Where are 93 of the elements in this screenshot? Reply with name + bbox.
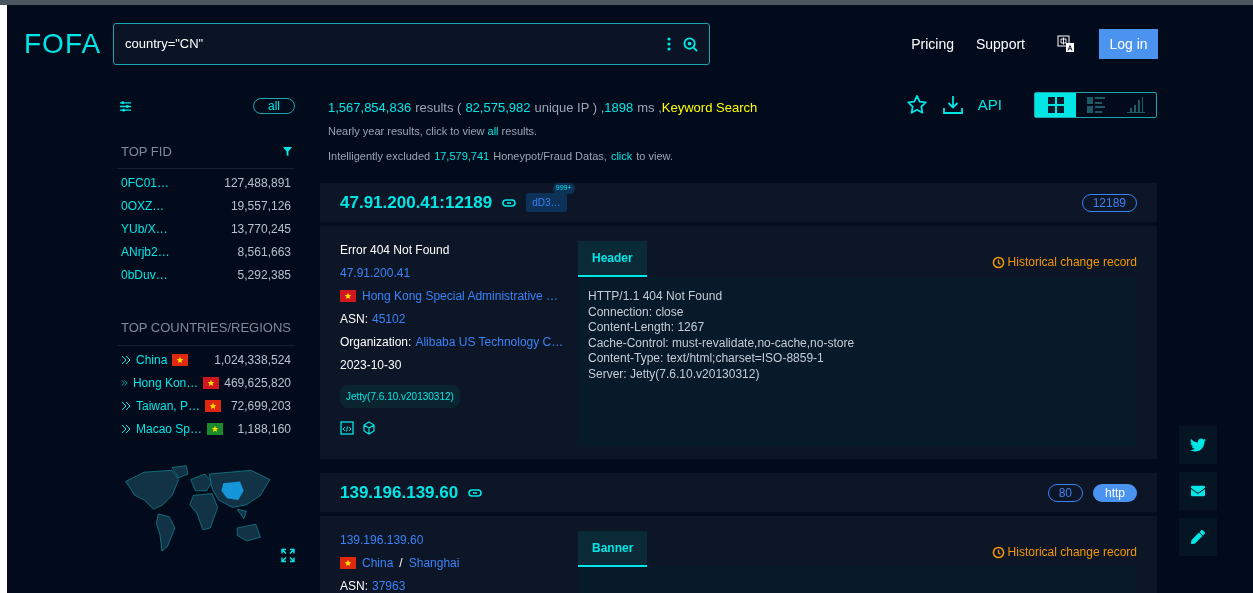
double-chevron-icon xyxy=(121,424,131,434)
count-text: 127,488,891 xyxy=(224,175,291,192)
edit-button[interactable] xyxy=(1179,518,1217,556)
response-line: HTTP/1.1 404 Not Found xyxy=(588,289,724,305)
results-count: 1,567,854,836 xyxy=(328,99,412,117)
location-link[interactable]: Hong Kong Special Administrative … xyxy=(362,287,559,305)
notice-text: Honeypot/Fraud Datas, xyxy=(493,149,607,164)
notice-text: Intelligently excluded xyxy=(328,149,431,164)
filter-settings-icon[interactable] xyxy=(119,99,132,113)
fid-tag[interactable]: dD3… xyxy=(526,193,567,212)
content-tab[interactable]: Banner xyxy=(578,531,648,567)
results-label: results ( xyxy=(415,99,462,117)
page-title: Error 404 Not Found xyxy=(340,242,451,259)
country-link[interactable]: Hong Kon… xyxy=(132,374,199,392)
location-link[interactable]: China xyxy=(362,554,394,572)
logo[interactable]: FOFA xyxy=(24,23,100,65)
response-line: Connection: close xyxy=(588,304,685,320)
fid-link[interactable]: YUb/X… xyxy=(121,220,168,238)
double-chevron-icon xyxy=(121,378,128,388)
history-link[interactable]: Historical change record xyxy=(991,253,1137,277)
fid-link[interactable]: ANrjb2… xyxy=(121,243,170,261)
response-line: Cache-Control: must-revalidate,no-cache,no-store xyxy=(588,335,856,351)
star-icon[interactable] xyxy=(905,94,928,116)
count-text: 1,024,338,524 xyxy=(214,352,291,369)
link-icon[interactable] xyxy=(468,488,483,497)
funnel-icon[interactable] xyxy=(282,146,293,158)
search-field[interactable]: country="CN" xyxy=(113,23,710,65)
organization-label: Organization: xyxy=(340,334,412,351)
host-link[interactable]: 139.196.139.60 xyxy=(340,479,459,506)
double-chevron-icon xyxy=(121,355,131,365)
history-icon xyxy=(991,545,1005,559)
more-icon[interactable] xyxy=(667,37,671,51)
download-icon[interactable] xyxy=(941,94,964,116)
count-text: 8,561,663 xyxy=(237,244,291,261)
count-text: 13,770,245 xyxy=(230,221,291,238)
view-toggle[interactable] xyxy=(1035,93,1076,117)
double-chevron-icon xyxy=(121,401,131,411)
search-icon[interactable] xyxy=(683,36,698,52)
asn-label: ASN: xyxy=(340,578,368,593)
asn-link[interactable]: 45102 xyxy=(372,310,406,328)
envelope-icon xyxy=(1191,484,1205,498)
fid-link[interactable]: 0bDuv… xyxy=(121,266,168,284)
fid-link[interactable]: 0FC01… xyxy=(121,174,170,192)
count-text: 19,557,126 xyxy=(230,198,291,215)
bar-chart-icon xyxy=(1127,97,1145,113)
response-line: Server: Jetty(7.6.10.v20130312) xyxy=(588,366,761,382)
cube-icon[interactable] xyxy=(362,421,376,435)
count-text: 72,699,203 xyxy=(230,398,291,415)
product-tag[interactable]: Jetty(7.6.10.v20130312) xyxy=(340,385,460,408)
twitter-button[interactable] xyxy=(1179,426,1217,464)
link-icon[interactable] xyxy=(502,198,517,207)
country-link[interactable]: Macao Sp… xyxy=(136,420,203,438)
date-text: 2023-10-30 xyxy=(340,357,403,374)
unique-ip-count: 82,575,982 xyxy=(465,99,531,117)
section-title: TOP FID xyxy=(121,143,172,161)
history-icon xyxy=(991,255,1005,269)
organization-link[interactable]: Alibaba US Technology C… xyxy=(415,333,564,351)
nav-link[interactable]: Pricing xyxy=(911,33,954,55)
translate-icon[interactable] xyxy=(1057,35,1075,53)
location-link[interactable]: Shanghai xyxy=(408,554,460,572)
separator: / xyxy=(399,555,403,572)
pen-icon xyxy=(1191,530,1205,544)
notice-text: to view. xyxy=(636,149,673,164)
api-link[interactable]: API xyxy=(977,93,1002,117)
response-line: Content-Length: 1267 xyxy=(588,320,706,336)
asn-link[interactable]: 37963 xyxy=(372,577,406,593)
code-icon[interactable] xyxy=(340,421,354,435)
list-view-icon xyxy=(1087,97,1105,113)
nav-link[interactable]: Support xyxy=(975,33,1025,55)
section-title: TOP COUNTRIES/REGIONS xyxy=(121,319,291,335)
content-tab[interactable]: Header xyxy=(578,241,647,277)
count-text: 469,625,820 xyxy=(224,375,291,392)
grid-view-icon xyxy=(1047,97,1064,113)
host-link[interactable]: 47.91.200.41:12189 xyxy=(340,189,493,216)
country-link[interactable]: Taiwan, P… xyxy=(136,397,201,415)
email-button[interactable] xyxy=(1179,472,1217,510)
country-link[interactable]: China xyxy=(136,351,168,369)
count-text: 5,292,385 xyxy=(237,267,291,284)
unique-ip-label: unique IP ) , xyxy=(534,99,605,117)
excluded-count: 17,579,741 xyxy=(434,149,490,164)
notice-text: Nearly year results, click to view all results. xyxy=(328,123,539,139)
fid-link[interactable]: 0OXZ… xyxy=(121,197,165,215)
history-link[interactable]: Historical change record xyxy=(991,543,1137,567)
asn-label: ASN: xyxy=(340,311,368,328)
response-line: Content-Type: text/html;charset=ISO-8859-1 xyxy=(588,351,825,367)
ip-link[interactable]: 139.196.139.60 xyxy=(340,531,560,549)
time-ms: 1898 xyxy=(604,99,634,117)
time-label: ms , xyxy=(637,99,662,117)
expand-icon[interactable] xyxy=(281,547,295,563)
ip-link[interactable]: 47.91.200.41 xyxy=(340,264,560,282)
click-link[interactable]: click xyxy=(610,148,633,165)
count-text: 1,188,160 xyxy=(237,421,291,438)
bird-icon xyxy=(1190,437,1206,453)
